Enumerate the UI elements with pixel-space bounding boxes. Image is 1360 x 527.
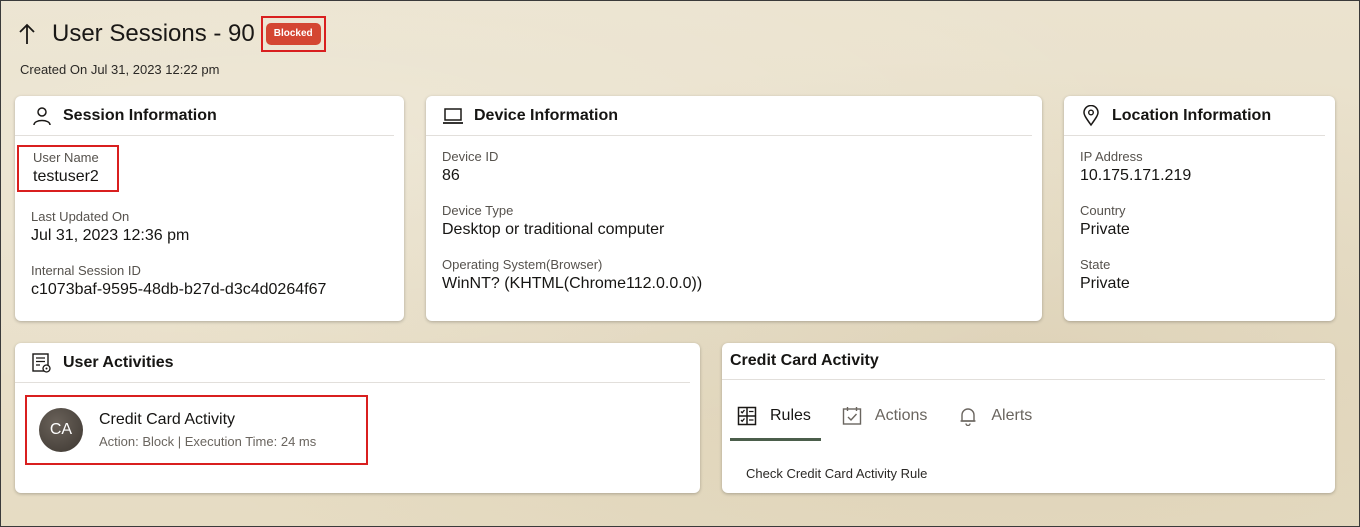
calendar-check-icon	[841, 405, 863, 427]
field-value: Desktop or traditional computer	[442, 221, 665, 238]
field-device-id: Device ID 86	[442, 149, 1042, 186]
field-value: Private	[1080, 275, 1130, 292]
field-label: IP Address	[1080, 149, 1143, 164]
field-state: State Private	[1080, 257, 1335, 294]
tab-alerts[interactable]: Alerts	[951, 396, 1038, 436]
rule-item: Check Credit Card Activity Rule	[746, 466, 928, 481]
tab-label: Alerts	[991, 407, 1033, 424]
tab-label: Actions	[874, 407, 928, 424]
location-information-card: Location Information IP Address 10.175.1…	[1064, 96, 1335, 321]
map-pin-icon	[1080, 104, 1102, 127]
field-ip-address: IP Address 10.175.171.219	[1080, 149, 1335, 186]
bell-icon	[957, 405, 979, 427]
tab-rules[interactable]: Rules	[730, 396, 821, 441]
status-badge-highlight: Blocked	[260, 16, 326, 52]
field-label: User Name	[33, 150, 99, 165]
device-information-card: Device Information Device ID 86 Device T…	[426, 96, 1042, 321]
card-title: Session Information	[63, 106, 217, 124]
field-label: Operating System(Browser)	[442, 257, 603, 272]
field-value: testuser2	[33, 168, 99, 185]
field-user-name: User Name testuser2	[17, 145, 404, 192]
back-arrow-icon[interactable]	[16, 19, 38, 49]
activity-list-icon	[31, 352, 53, 374]
page-title: User Sessions - 90	[52, 20, 255, 47]
credit-card-activity-card: Credit Card Activity Rules Actions Alert…	[722, 343, 1335, 493]
field-operating-system: Operating System(Browser) WinNT? (KHTML(…	[442, 257, 1042, 294]
card-title: User Activities	[63, 353, 174, 371]
field-country: Country Private	[1080, 203, 1335, 240]
field-value: c1073baf-9595-48db-b27d-d3c4d0264f67	[31, 281, 327, 298]
created-on: Created On Jul 31, 2023 12:22 pm	[20, 62, 220, 77]
card-header: Device Information	[426, 96, 1032, 136]
field-label: Device ID	[442, 149, 499, 164]
card-header: Credit Card Activity	[722, 343, 1325, 380]
field-label: Country	[1080, 203, 1126, 218]
card-header: Location Information	[1064, 96, 1325, 136]
card-header: Session Information	[15, 96, 394, 136]
field-label: Last Updated On	[31, 209, 130, 224]
field-label: Internal Session ID	[31, 263, 141, 278]
status-badge: Blocked	[265, 23, 321, 45]
list-item[interactable]: CA Credit Card Activity Action: Block | …	[25, 395, 368, 465]
field-value: 10.175.171.219	[1080, 167, 1192, 184]
user-activities-card: User Activities CA Credit Card Activity …	[15, 343, 700, 493]
activity-detail: Action: Block | Execution Time: 24 ms	[99, 433, 317, 449]
page-header: User Sessions - 90 Blocked	[16, 14, 326, 54]
user-name-highlight: User Name testuser2	[17, 145, 119, 192]
rules-grid-icon	[736, 405, 758, 427]
avatar: CA	[39, 408, 83, 452]
card-title: Location Information	[1112, 106, 1272, 124]
field-label: Device Type	[442, 203, 514, 218]
field-last-updated: Last Updated On Jul 31, 2023 12:36 pm	[31, 209, 404, 246]
activity-name: Credit Card Activity	[99, 410, 236, 428]
card-title: Device Information	[474, 106, 619, 124]
laptop-icon	[442, 105, 464, 127]
field-device-type: Device Type Desktop or traditional compu…	[442, 203, 1042, 240]
field-internal-session-id: Internal Session ID c1073baf-9595-48db-b…	[31, 263, 404, 300]
tab-bar: Rules Actions Alerts	[722, 396, 1335, 441]
field-value: 86	[442, 167, 460, 184]
field-value: Private	[1080, 221, 1130, 238]
field-value: Jul 31, 2023 12:36 pm	[31, 227, 190, 244]
field-label: State	[1080, 257, 1111, 272]
tab-actions[interactable]: Actions	[835, 396, 933, 436]
tab-label: Rules	[770, 407, 811, 424]
card-title: Credit Card Activity	[730, 352, 879, 369]
field-value: WinNT? (KHTML(Chrome112.0.0.0))	[442, 275, 703, 292]
card-header: User Activities	[15, 343, 690, 383]
person-icon	[31, 105, 53, 127]
session-information-card: Session Information User Name testuser2 …	[15, 96, 404, 321]
